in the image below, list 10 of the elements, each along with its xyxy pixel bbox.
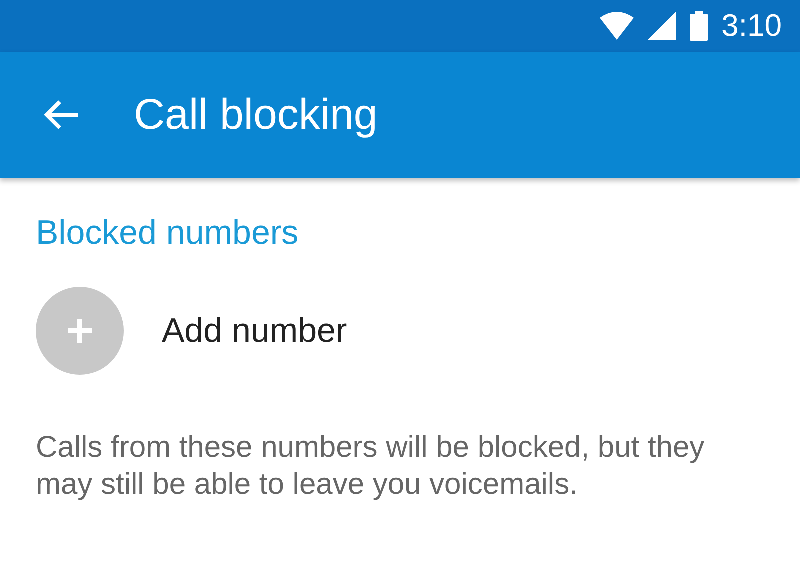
clock-time: 3:10	[722, 8, 782, 44]
battery-icon	[690, 11, 708, 41]
wifi-icon	[600, 12, 634, 40]
back-arrow-icon	[44, 99, 80, 131]
description-text: Calls from these numbers will be blocked, but they may still be able to leave you voicemails.	[36, 430, 706, 503]
section-header: Blocked numbers	[36, 214, 300, 253]
signal-icon	[648, 12, 676, 40]
plus-icon	[68, 319, 92, 343]
screen-title: Call blocking	[134, 90, 378, 140]
add-number-label[interactable]: Add number	[162, 312, 348, 350]
